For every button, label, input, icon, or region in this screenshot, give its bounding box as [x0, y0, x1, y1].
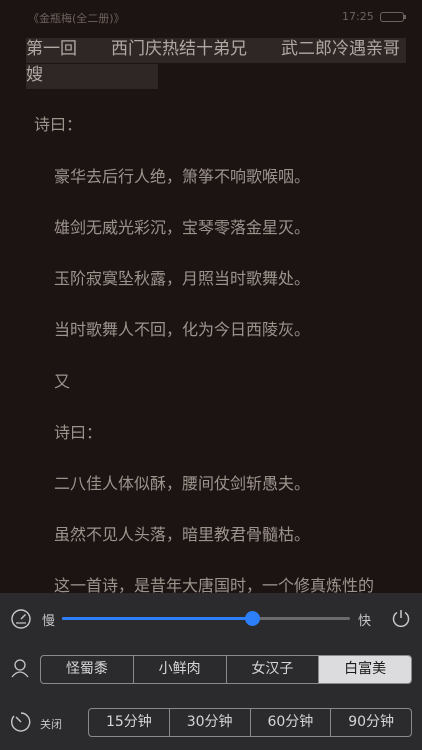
timer-off-label[interactable]: 关闭 [40, 716, 62, 732]
paragraph: 豪华去后行人绝，箫筝不响歌喉咽。 [54, 167, 311, 186]
timer-option[interactable]: 30分钟 [170, 709, 251, 736]
voice-selector: 怪蜀黍 小鲜肉 女汉子 白富美 [40, 655, 412, 684]
timer-icon [11, 712, 31, 732]
voice-option[interactable]: 怪蜀黍 [41, 656, 134, 683]
speed-fast-label: 快 [358, 614, 372, 629]
timer-option[interactable]: 15分钟 [89, 709, 170, 736]
timer-selector: 15分钟 30分钟 60分钟 90分钟 [88, 708, 412, 737]
speed-slider-thumb[interactable] [245, 611, 261, 626]
voice-option[interactable]: 小鲜肉 [134, 656, 227, 683]
voice-person-icon [11, 659, 29, 678]
chapter-title: 第一回 西门庆热结十弟兄 武二郎冷遇亲哥 嫂 [26, 36, 406, 88]
speedometer-icon [11, 609, 31, 629]
paragraph: 诗曰： [34, 115, 83, 134]
paragraph: 玉阶寂寞坠秋露，月照当时歌舞处。 [54, 269, 311, 288]
speed-slider-fill [62, 617, 253, 620]
power-icon[interactable] [390, 607, 412, 629]
voice-option[interactable]: 女汉子 [227, 656, 320, 683]
paragraph: 又 [54, 372, 71, 391]
status-time: 17:25 [342, 10, 374, 23]
speed-slider[interactable] [62, 611, 350, 626]
timer-option[interactable]: 60分钟 [251, 709, 332, 736]
paragraph: 二八佳人体似酥，腰间仗剑斩愚夫。 [54, 474, 311, 493]
chapter-title-line: 第一回 西门庆热结十弟兄 武二郎冷遇亲哥 [26, 39, 400, 59]
paragraph: 虽然不见人头落，暗里教君骨髓枯。 [54, 525, 311, 544]
book-title: 《金瓶梅(全二册)》 [28, 12, 125, 25]
paragraph: 诗曰： [54, 423, 103, 442]
chapter-title-line: 嫂 [26, 65, 43, 85]
paragraph: 雄剑无威光彩沉，宝琴零落金星灭。 [54, 218, 311, 237]
paragraph: 当时歌舞人不回，化为今日西陵灰。 [54, 320, 311, 339]
status-bar: 《金瓶梅(全二册)》 17:25 [0, 0, 422, 34]
voice-option[interactable]: 白富美 [319, 656, 411, 683]
speed-slow-label: 慢 [42, 614, 56, 629]
timer-option[interactable]: 90分钟 [331, 709, 411, 736]
battery-icon [380, 12, 406, 22]
